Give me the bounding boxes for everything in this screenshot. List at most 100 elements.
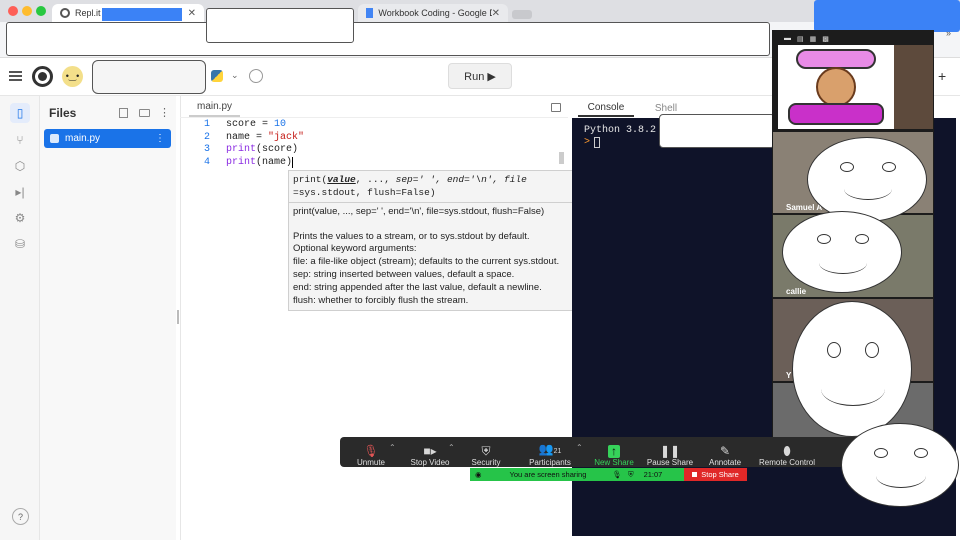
sharing-indicator-icon: ◉ (475, 470, 482, 479)
code-line-2: name = "jack" (226, 132, 305, 143)
redacted-repl-name[interactable] (92, 60, 206, 94)
debugger-icon[interactable]: ▸| (10, 182, 30, 202)
tab-close-icon[interactable]: ✕ (492, 8, 500, 19)
sharing-timer: 21:07 (643, 470, 663, 479)
docs-favicon-icon (366, 8, 374, 18)
participant-count: 21 (553, 448, 562, 455)
zoom-view-controls[interactable]: ▬ ▤ ▦ ▩ (784, 35, 829, 43)
signature-help-tooltip: print(value, ..., sep=' ', end='\n', fil… (288, 170, 583, 311)
doc-line: print(value, ..., sep=' ', end='\n', fil… (293, 206, 545, 217)
chevron-up-icon[interactable]: ⌃ (389, 443, 396, 452)
menu-icon[interactable] (9, 71, 22, 81)
participant-name: callie (786, 287, 807, 296)
remote-control-button[interactable]: ⬮ Remote Control (754, 439, 820, 468)
doc-line: flush: whether to forcibly flush the str… (293, 295, 469, 306)
files-icon[interactable]: ▯ (10, 103, 30, 123)
participants-button[interactable]: 👥21 Participants (523, 439, 577, 468)
stop-share-button[interactable]: Stop Share (684, 468, 747, 481)
format-icon[interactable] (551, 103, 561, 112)
close-window-icon[interactable] (8, 6, 18, 16)
doc-line: sep: string inserted between values, def… (293, 269, 515, 280)
tab-title: Workbook Coding - Google Do (378, 8, 492, 18)
more-options-icon[interactable]: ⋮ (159, 106, 170, 119)
mic-muted-icon: 🎙 (363, 444, 379, 458)
pause-icon: ❚❚ (659, 444, 681, 458)
add-icon[interactable]: + (938, 68, 946, 84)
tab-close-icon[interactable]: ✕ (188, 8, 196, 19)
packages-icon[interactable]: ⬡ (10, 156, 30, 176)
redacted-tab (102, 8, 182, 21)
video-tile-background (894, 45, 933, 129)
python-version-text: Python 3.8.2 ( (584, 125, 669, 136)
signature-text: print(value, ..., sep=' ', end='\n', fil… (293, 174, 527, 198)
minimize-window-icon[interactable] (22, 6, 32, 16)
sharing-text: You are screen sharing (509, 470, 587, 479)
file-name: main.py (65, 133, 101, 144)
editor-tab-main-py[interactable]: main.py (189, 101, 241, 117)
share-icon: ↑ (608, 445, 620, 458)
files-title: Files (49, 106, 77, 120)
redacted-address-bar[interactable] (6, 22, 770, 56)
minimize-icon[interactable]: ▬ (784, 35, 791, 43)
database-icon[interactable]: ⛁ (10, 234, 30, 254)
new-file-icon[interactable] (119, 108, 128, 118)
user-avatar[interactable]: •‿• (62, 66, 83, 87)
speaker-view-icon[interactable]: ▦ (810, 35, 817, 43)
annotate-button[interactable]: ✎ Annotate (702, 439, 748, 468)
redacted-area (206, 8, 354, 43)
security-button[interactable]: ⛨ Security (464, 439, 508, 468)
help-icon[interactable]: ? (12, 508, 29, 525)
line-number: 2 (203, 132, 210, 143)
history-icon[interactable] (249, 69, 263, 83)
new-folder-icon[interactable] (139, 109, 150, 117)
grid-view-icon[interactable]: ▩ (822, 35, 829, 43)
maximize-window-icon[interactable] (36, 6, 46, 16)
doc-line: file: a file-like object (stream); defau… (293, 256, 560, 267)
replit-logo-icon[interactable] (32, 66, 53, 87)
participants-icon: 👥21 (538, 442, 562, 456)
tile-view-icon[interactable]: ▤ (797, 35, 804, 43)
shield-icon: ⛨ (627, 469, 634, 479)
file-item-main-py[interactable]: main.py ⋮ (44, 129, 171, 148)
participant-name: Y (786, 371, 792, 380)
chevron-right-icon[interactable]: » (946, 28, 951, 38)
redacted-face (792, 301, 912, 437)
good-stuff-sticker (778, 45, 894, 129)
redacted-profile (814, 0, 960, 32)
line-number: 4 (203, 157, 210, 168)
python-file-icon (50, 134, 59, 143)
redacted-face (807, 137, 927, 222)
new-tab-button[interactable] (512, 10, 532, 19)
chevron-down-icon[interactable]: ⌄ (231, 70, 239, 81)
doc-line: Optional keyword arguments: (293, 243, 417, 254)
chevron-up-icon[interactable]: ⌃ (448, 443, 455, 452)
redacted-console-area (659, 114, 775, 148)
run-label: Run ▶ (464, 70, 496, 83)
participant-name: Samuel A (786, 203, 823, 212)
mouse-icon: ⬮ (783, 444, 791, 458)
tab-title: Repl.it (75, 8, 101, 18)
replit-favicon-icon (60, 8, 70, 18)
browser-tab-google-doc[interactable]: Workbook Coding - Google Do ✕ (358, 4, 508, 22)
pencil-icon: ✎ (719, 444, 731, 458)
mic-icon: 🎙 (612, 470, 622, 479)
pause-share-button[interactable]: ❚❚ Pause Share (644, 439, 696, 468)
line-number: 3 (203, 144, 210, 155)
editor-scrollbar[interactable] (559, 152, 564, 164)
python-language-icon (211, 70, 223, 82)
run-button[interactable]: Run ▶ (448, 63, 512, 89)
new-share-button[interactable]: ↑ New Share (590, 439, 638, 468)
file-more-icon[interactable]: ⋮ (155, 133, 165, 144)
settings-gear-icon[interactable]: ⚙ (10, 208, 30, 228)
pane-resize-handle[interactable] (177, 310, 179, 324)
editor-divider (180, 117, 568, 118)
unmute-button[interactable]: 🎙 Unmute (350, 439, 392, 468)
redacted-face (841, 423, 959, 507)
console-cursor (594, 137, 600, 148)
chevron-up-icon[interactable]: ⌃ (576, 443, 583, 452)
version-control-icon[interactable]: ⑂ (10, 130, 30, 150)
redacted-face (782, 211, 902, 293)
stop-icon (692, 472, 698, 477)
tab-console[interactable]: Console (578, 99, 634, 117)
line-number: 1 (203, 119, 210, 130)
